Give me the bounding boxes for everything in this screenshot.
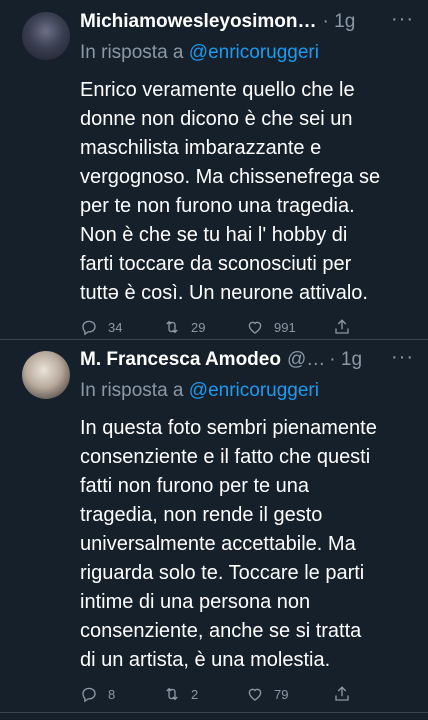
retweet-button[interactable]: 2 (163, 685, 246, 703)
text-line: farti toccare da sconosciuti per (80, 253, 352, 275)
timestamp[interactable]: · 1g (323, 10, 356, 34)
share-icon (335, 686, 349, 701)
avatar[interactable] (22, 351, 70, 399)
reply-prefix: In risposta a (80, 42, 184, 63)
text-line: Enrico veramente quello che le (80, 79, 355, 101)
more-options-icon[interactable]: ··· (391, 346, 414, 369)
text-line: consenziente, anche se si tratta (80, 620, 362, 642)
reply-count: 34 (108, 319, 123, 335)
retweet-count: 29 (191, 319, 206, 335)
share-icon (335, 319, 349, 334)
avatar[interactable] (22, 12, 70, 60)
text-line: maschilista imbarazzante e (80, 137, 322, 159)
text-line: In questa foto sembri pienamente (80, 417, 377, 439)
tweet[interactable]: M. Francesca Amodeo @… · 1g ··· In rispo… (0, 346, 428, 703)
like-count: 79 (274, 686, 289, 702)
text-line: di un artista, è una molestia. (80, 649, 331, 671)
reply-icon (82, 320, 96, 336)
text-line: per te non furono una tragedia. (80, 195, 355, 217)
text-line: universalmente accettabile. Ma (80, 533, 356, 555)
tweet-header: Michiamowesleyosimon… · 1g (80, 10, 416, 34)
text-line: vergognoso. Ma chissenefrega se (80, 166, 381, 188)
tweet[interactable]: Michiamowesleyosimon… · 1g ··· In rispos… (0, 0, 428, 336)
retweet-button[interactable]: 29 (163, 318, 246, 336)
heart-icon (248, 688, 262, 701)
text-line: Non è che se tu hai l' hobby di (80, 224, 348, 246)
heart-icon (248, 321, 262, 334)
timestamp[interactable]: · 1g (329, 348, 362, 372)
text-line: tragedia, non rende il gesto (80, 504, 323, 526)
reply-button[interactable]: 8 (80, 685, 163, 703)
author-name[interactable]: Michiamowesleyosimon… (80, 10, 317, 34)
tweet-actions: 8 2 79 (80, 685, 416, 703)
reply-count: 8 (108, 686, 116, 702)
tweet-text: In questa foto sembri pienamente consenz… (80, 414, 416, 675)
like-button[interactable]: 79 (246, 685, 333, 703)
like-button[interactable]: 991 (246, 318, 333, 336)
text-line: donne non dicono è che sei un (80, 108, 353, 130)
text-line: consenziente e il fatto che questi (80, 446, 371, 468)
more-options-icon[interactable]: ··· (391, 8, 414, 31)
share-button[interactable] (333, 318, 416, 336)
reply-handle[interactable]: @enricoruggeri (189, 380, 319, 401)
tweet-divider (0, 339, 428, 340)
like-count: 991 (274, 319, 296, 335)
text-line: riguarda solo te. Toccare le parti (80, 562, 365, 584)
tweet-header: M. Francesca Amodeo @… · 1g (80, 348, 416, 372)
text-line: intime di una persona non (80, 591, 311, 613)
author-name[interactable]: M. Francesca Amodeo (80, 348, 281, 372)
share-button[interactable] (333, 685, 416, 703)
reply-prefix: In risposta a (80, 380, 184, 401)
reply-handle[interactable]: @enricoruggeri (189, 42, 319, 63)
reply-button[interactable]: 34 (80, 318, 163, 336)
retweet-count: 2 (191, 686, 199, 702)
retweet-icon (166, 687, 178, 701)
text-line: tuttə è così. Un neurone attivalo. (80, 282, 368, 304)
tweet-actions: 34 29 991 (80, 318, 416, 336)
retweet-icon (166, 320, 178, 334)
text-line: fatti non furono per te una (80, 475, 310, 497)
tweet-text: Enrico veramente quello che le donne non… (80, 76, 416, 308)
reply-icon (82, 687, 96, 703)
reply-context: In risposta a @enricoruggeri (80, 378, 416, 404)
author-handle[interactable]: @… (287, 348, 325, 372)
reply-context: In risposta a @enricoruggeri (80, 40, 416, 66)
tweet-divider (0, 712, 428, 713)
